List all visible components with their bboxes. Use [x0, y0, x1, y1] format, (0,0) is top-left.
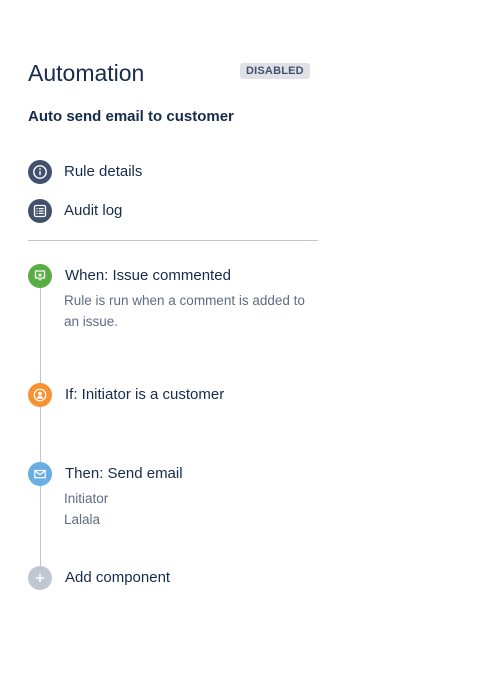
- trigger-title[interactable]: When: Issue commented: [65, 266, 231, 286]
- action-details: Initiator Lalala: [64, 488, 318, 530]
- email-action-icon[interactable]: [28, 462, 52, 486]
- condition-title[interactable]: If: Initiator is a customer: [65, 385, 224, 405]
- trigger-description-line: Rule is run when a comment is added to: [64, 293, 305, 308]
- action-detail-subject: Lalala: [64, 512, 101, 527]
- rule-details-label: Rule details: [64, 163, 143, 180]
- action-title[interactable]: Then: Send email: [65, 464, 183, 484]
- audit-log-link[interactable]: Audit log: [28, 199, 288, 223]
- list-icon: [28, 199, 52, 223]
- divider: [28, 240, 318, 241]
- action-detail-recipient: Initiator: [64, 491, 109, 506]
- rule-name: Auto send email to customer: [28, 108, 234, 125]
- page-title: Automation: [28, 60, 145, 86]
- rule-panel: Automation DISABLED Auto send email to c…: [28, 0, 318, 674]
- rule-details-link[interactable]: Rule details: [28, 160, 288, 184]
- plus-icon[interactable]: [28, 566, 52, 590]
- info-icon: [28, 160, 52, 184]
- trigger-description: Rule is run when a comment is added to a…: [64, 290, 318, 332]
- add-component-label[interactable]: Add component: [65, 568, 170, 588]
- timeline-connector: [40, 276, 41, 578]
- comment-trigger-icon[interactable]: [28, 264, 52, 288]
- trigger-description-line: an issue.: [64, 314, 119, 329]
- status-badge: DISABLED: [240, 63, 310, 79]
- audit-log-label: Audit log: [64, 202, 123, 219]
- user-condition-icon[interactable]: [28, 383, 52, 407]
